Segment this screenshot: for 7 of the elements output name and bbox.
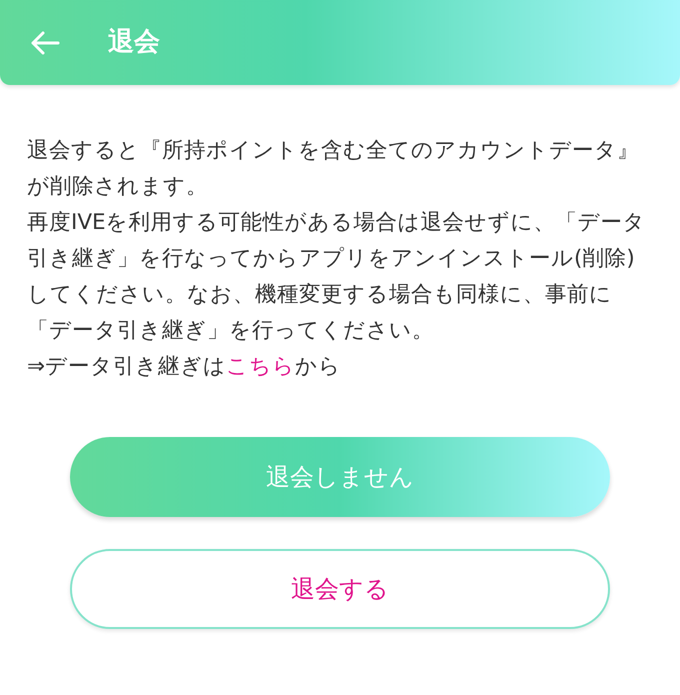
withdraw-button[interactable]: 退会する	[70, 549, 610, 629]
back-arrow-icon[interactable]	[30, 30, 60, 54]
transfer-link[interactable]: こちら	[226, 354, 296, 379]
transfer-sentence: ⇒データ引き継ぎは こちら から	[27, 353, 342, 381]
page-title: 退会	[108, 26, 160, 59]
notice-paragraph: 再度IVEを利用する可能性がある場合は退会せずに、「データ引き継ぎ」を行なってからアプリをアンインストール(削除)してください。なお、機種変更する場合も同様に、事前に「データ引き継ぎ」を行ってください。	[27, 209, 647, 345]
notice-paragraph: 退会すると『所持ポイントを含む全てのアカウントデータ』が削除されます。	[27, 137, 640, 201]
